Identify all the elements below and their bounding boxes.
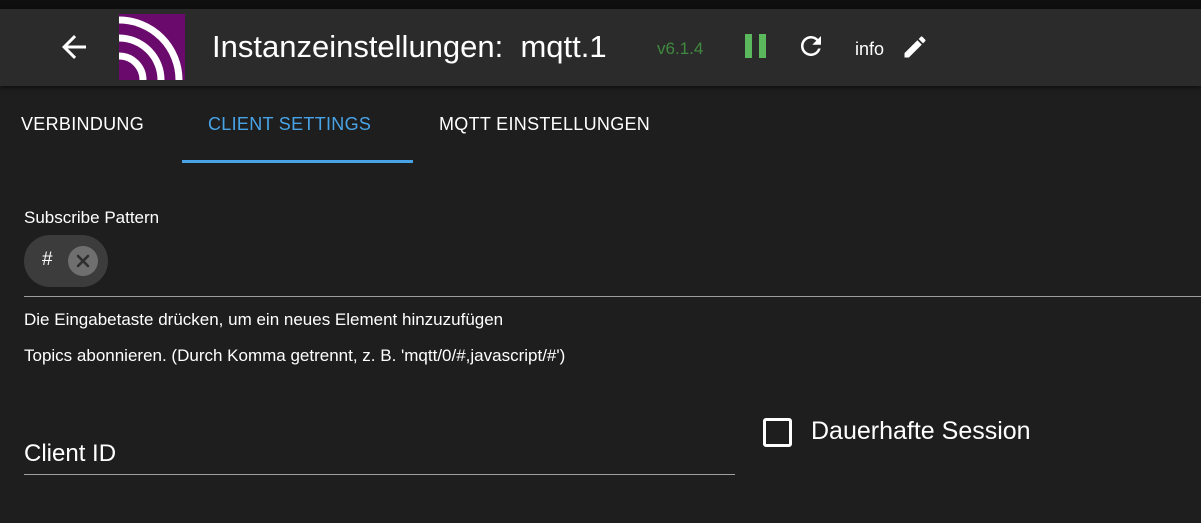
info-link[interactable]: info [855, 39, 884, 60]
mqtt-adapter-logo [119, 14, 185, 80]
app-header: Instanzeinstellungen: mqtt.1 v6.1.4 info [0, 9, 1201, 86]
close-circle-icon [68, 246, 98, 276]
window-top-strip [0, 0, 1201, 9]
reload-button[interactable] [796, 31, 826, 61]
page-title: Instanzeinstellungen: mqtt.1 [212, 29, 607, 64]
version-label: v6.1.4 [657, 39, 704, 58]
persistent-session-checkbox[interactable] [763, 418, 792, 447]
subscribe-helper-topics: Topics abonnieren. (Durch Komma getrennt… [24, 346, 566, 365]
pause-button[interactable] [742, 31, 770, 61]
subscribe-pattern-underline [24, 296, 1201, 297]
edit-button[interactable] [901, 33, 929, 61]
subscribe-pattern-chip[interactable]: # [24, 235, 108, 287]
back-button[interactable] [56, 29, 92, 65]
tab-verbindung[interactable]: VERBINDUNG [21, 114, 144, 135]
client-id-input[interactable] [24, 420, 735, 475]
reload-icon [801, 36, 821, 56]
chip-text: # [42, 249, 53, 270]
tab-client-settings[interactable]: CLIENT SETTINGS [208, 114, 371, 135]
chip-delete-button[interactable] [68, 246, 98, 276]
pencil-icon [904, 36, 926, 58]
active-tab-indicator [182, 160, 413, 163]
pause-icon [745, 34, 766, 58]
tab-mqtt-einstellungen[interactable]: MQTT EINSTELLUNGEN [439, 114, 650, 135]
persistent-session-label[interactable]: Dauerhafte Session [811, 417, 1031, 446]
subscribe-pattern-label: Subscribe Pattern [24, 208, 160, 227]
subscribe-helper-enter: Die Eingabetaste drücken, um ein neues E… [24, 310, 504, 329]
arrow-left-icon [62, 35, 86, 59]
